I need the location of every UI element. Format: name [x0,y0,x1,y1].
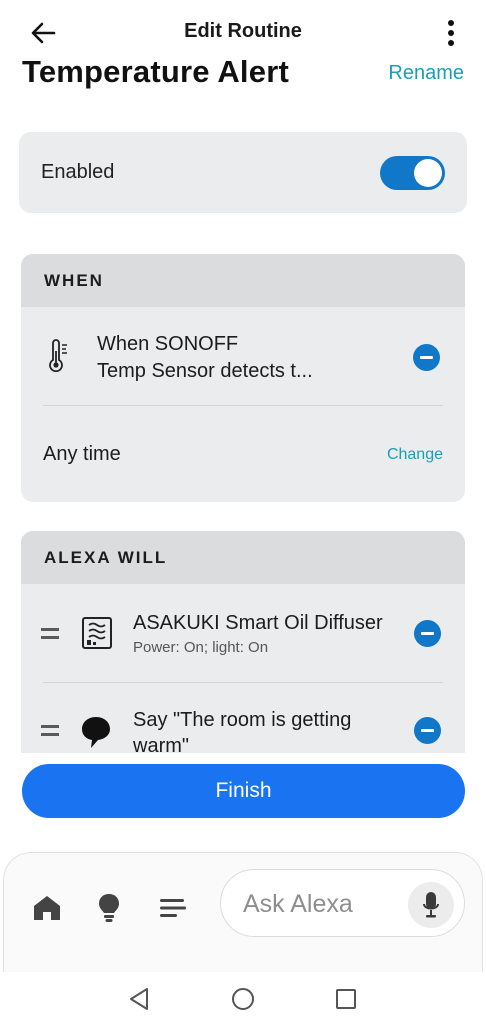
routine-name: Temperature Alert [22,54,289,89]
nav-back-icon[interactable] [126,986,152,1012]
enabled-card: Enabled [19,132,467,213]
thermometer-icon [47,339,69,378]
when-section-header: WHEN [21,254,465,307]
page-title: Edit Routine [184,20,302,42]
enabled-toggle[interactable] [380,156,445,190]
home-icon[interactable] [30,891,64,925]
lightbulb-icon[interactable] [92,891,126,925]
nav-recents-icon[interactable] [333,986,359,1012]
remove-trigger-button[interactable] [413,344,440,371]
action-title-line-2: warm" [133,735,189,753]
diffuser-icon [81,616,113,655]
trigger-description: When SONOFF Temp Sensor detects t... [97,331,313,385]
trigger-line-1: When SONOFF [97,333,239,355]
schedule-row: Any time Change [21,406,465,502]
alexa-will-section-header: ALEXA WILL [21,531,465,584]
change-schedule-link[interactable]: Change [387,446,443,464]
system-navigation-bar [0,972,486,1024]
drag-handle-icon[interactable] [41,725,59,737]
action-subtitle: Power: On; light: On [133,639,269,656]
toggle-knob [414,159,442,187]
drag-handle-icon[interactable] [41,628,59,640]
finish-button[interactable]: Finish [22,764,465,818]
action-row[interactable]: Say "The room is getting warm" [21,683,465,753]
speech-bubble-icon [81,715,111,753]
action-row[interactable]: ASAKUKI Smart Oil Diffuser Power: On; li… [21,584,465,682]
when-section: WHEN When SONOFF Temp Sensor detects t..… [21,254,465,502]
microphone-icon[interactable] [408,882,454,928]
more-options-icon[interactable] [434,16,468,50]
nav-home-icon[interactable] [230,986,256,1012]
schedule-label: Any time [43,443,121,465]
action-title-line-1: Say "The room is getting [133,709,352,731]
action-title: Say "The room is getting warm" [133,707,351,753]
alexa-will-section: ALEXA WILL ASAKUKI Smart Oil Diffuser Po… [21,531,465,753]
remove-action-button[interactable] [414,717,441,744]
bottom-dock: Ask Alexa [3,852,483,982]
trigger-row[interactable]: When SONOFF Temp Sensor detects t... [21,307,465,407]
remove-action-button[interactable] [414,620,441,647]
trigger-line-2: Temp Sensor detects t... [97,360,313,382]
list-icon[interactable] [156,891,190,925]
rename-link[interactable]: Rename [388,62,464,85]
enabled-label: Enabled [41,161,115,183]
ask-alexa-placeholder: Ask Alexa [243,890,353,918]
ask-alexa-input[interactable]: Ask Alexa [220,869,465,937]
action-title: ASAKUKI Smart Oil Diffuser [133,612,383,634]
